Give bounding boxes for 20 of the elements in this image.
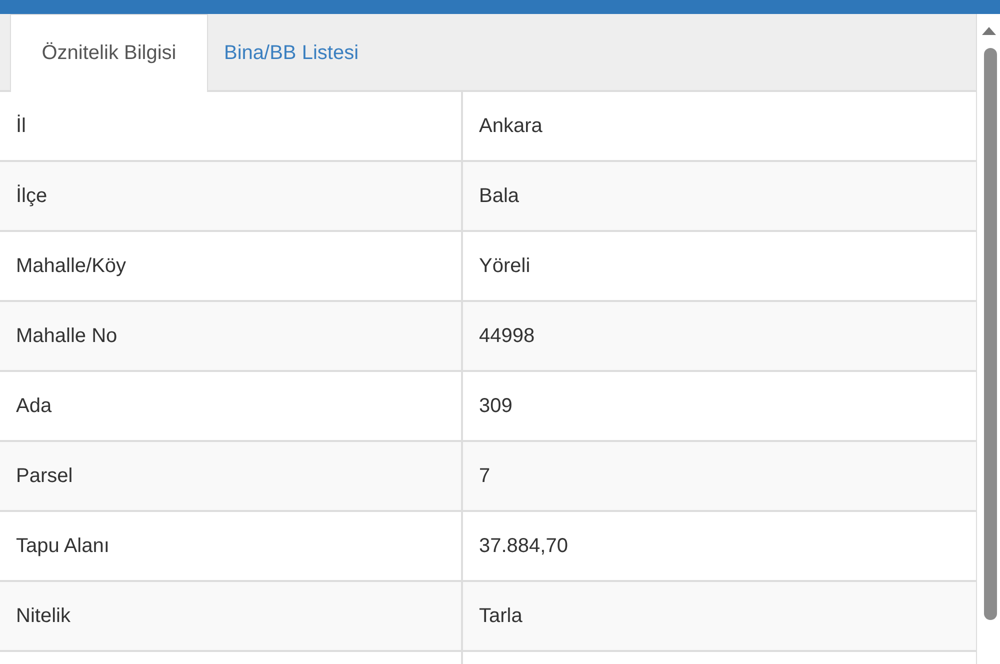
table-cell: Parsel	[0, 442, 463, 510]
table-cell-text: 7	[478, 464, 492, 488]
table-cell-text: 37.884,70	[478, 534, 569, 558]
table-cell-text: Ankara	[478, 114, 544, 138]
table-cell-text: Bala	[478, 184, 520, 208]
tab[interactable]: Öznitelik Bilgisi	[10, 14, 208, 92]
table-cell: Ada	[0, 372, 463, 440]
table-cell-text: 44998	[478, 324, 536, 348]
table-cell: Tapu Alanı	[0, 512, 463, 580]
table-cell: İlçe	[0, 162, 463, 230]
table-cell: İl	[0, 92, 463, 160]
scroll-up-icon[interactable]	[982, 27, 996, 35]
table-cell: Mahalle/Köy	[0, 232, 463, 300]
tab[interactable]: Bina/BB Listesi	[208, 14, 375, 92]
table-cell: Mahalle No	[0, 302, 463, 370]
table-cell-text: Tarla	[478, 604, 524, 628]
table-cell-text: Yöreli	[478, 254, 532, 278]
table-cell: Nitelik	[0, 582, 463, 650]
scrollbar-thumb[interactable]	[984, 48, 997, 620]
table-cell-text: 309	[478, 394, 514, 418]
